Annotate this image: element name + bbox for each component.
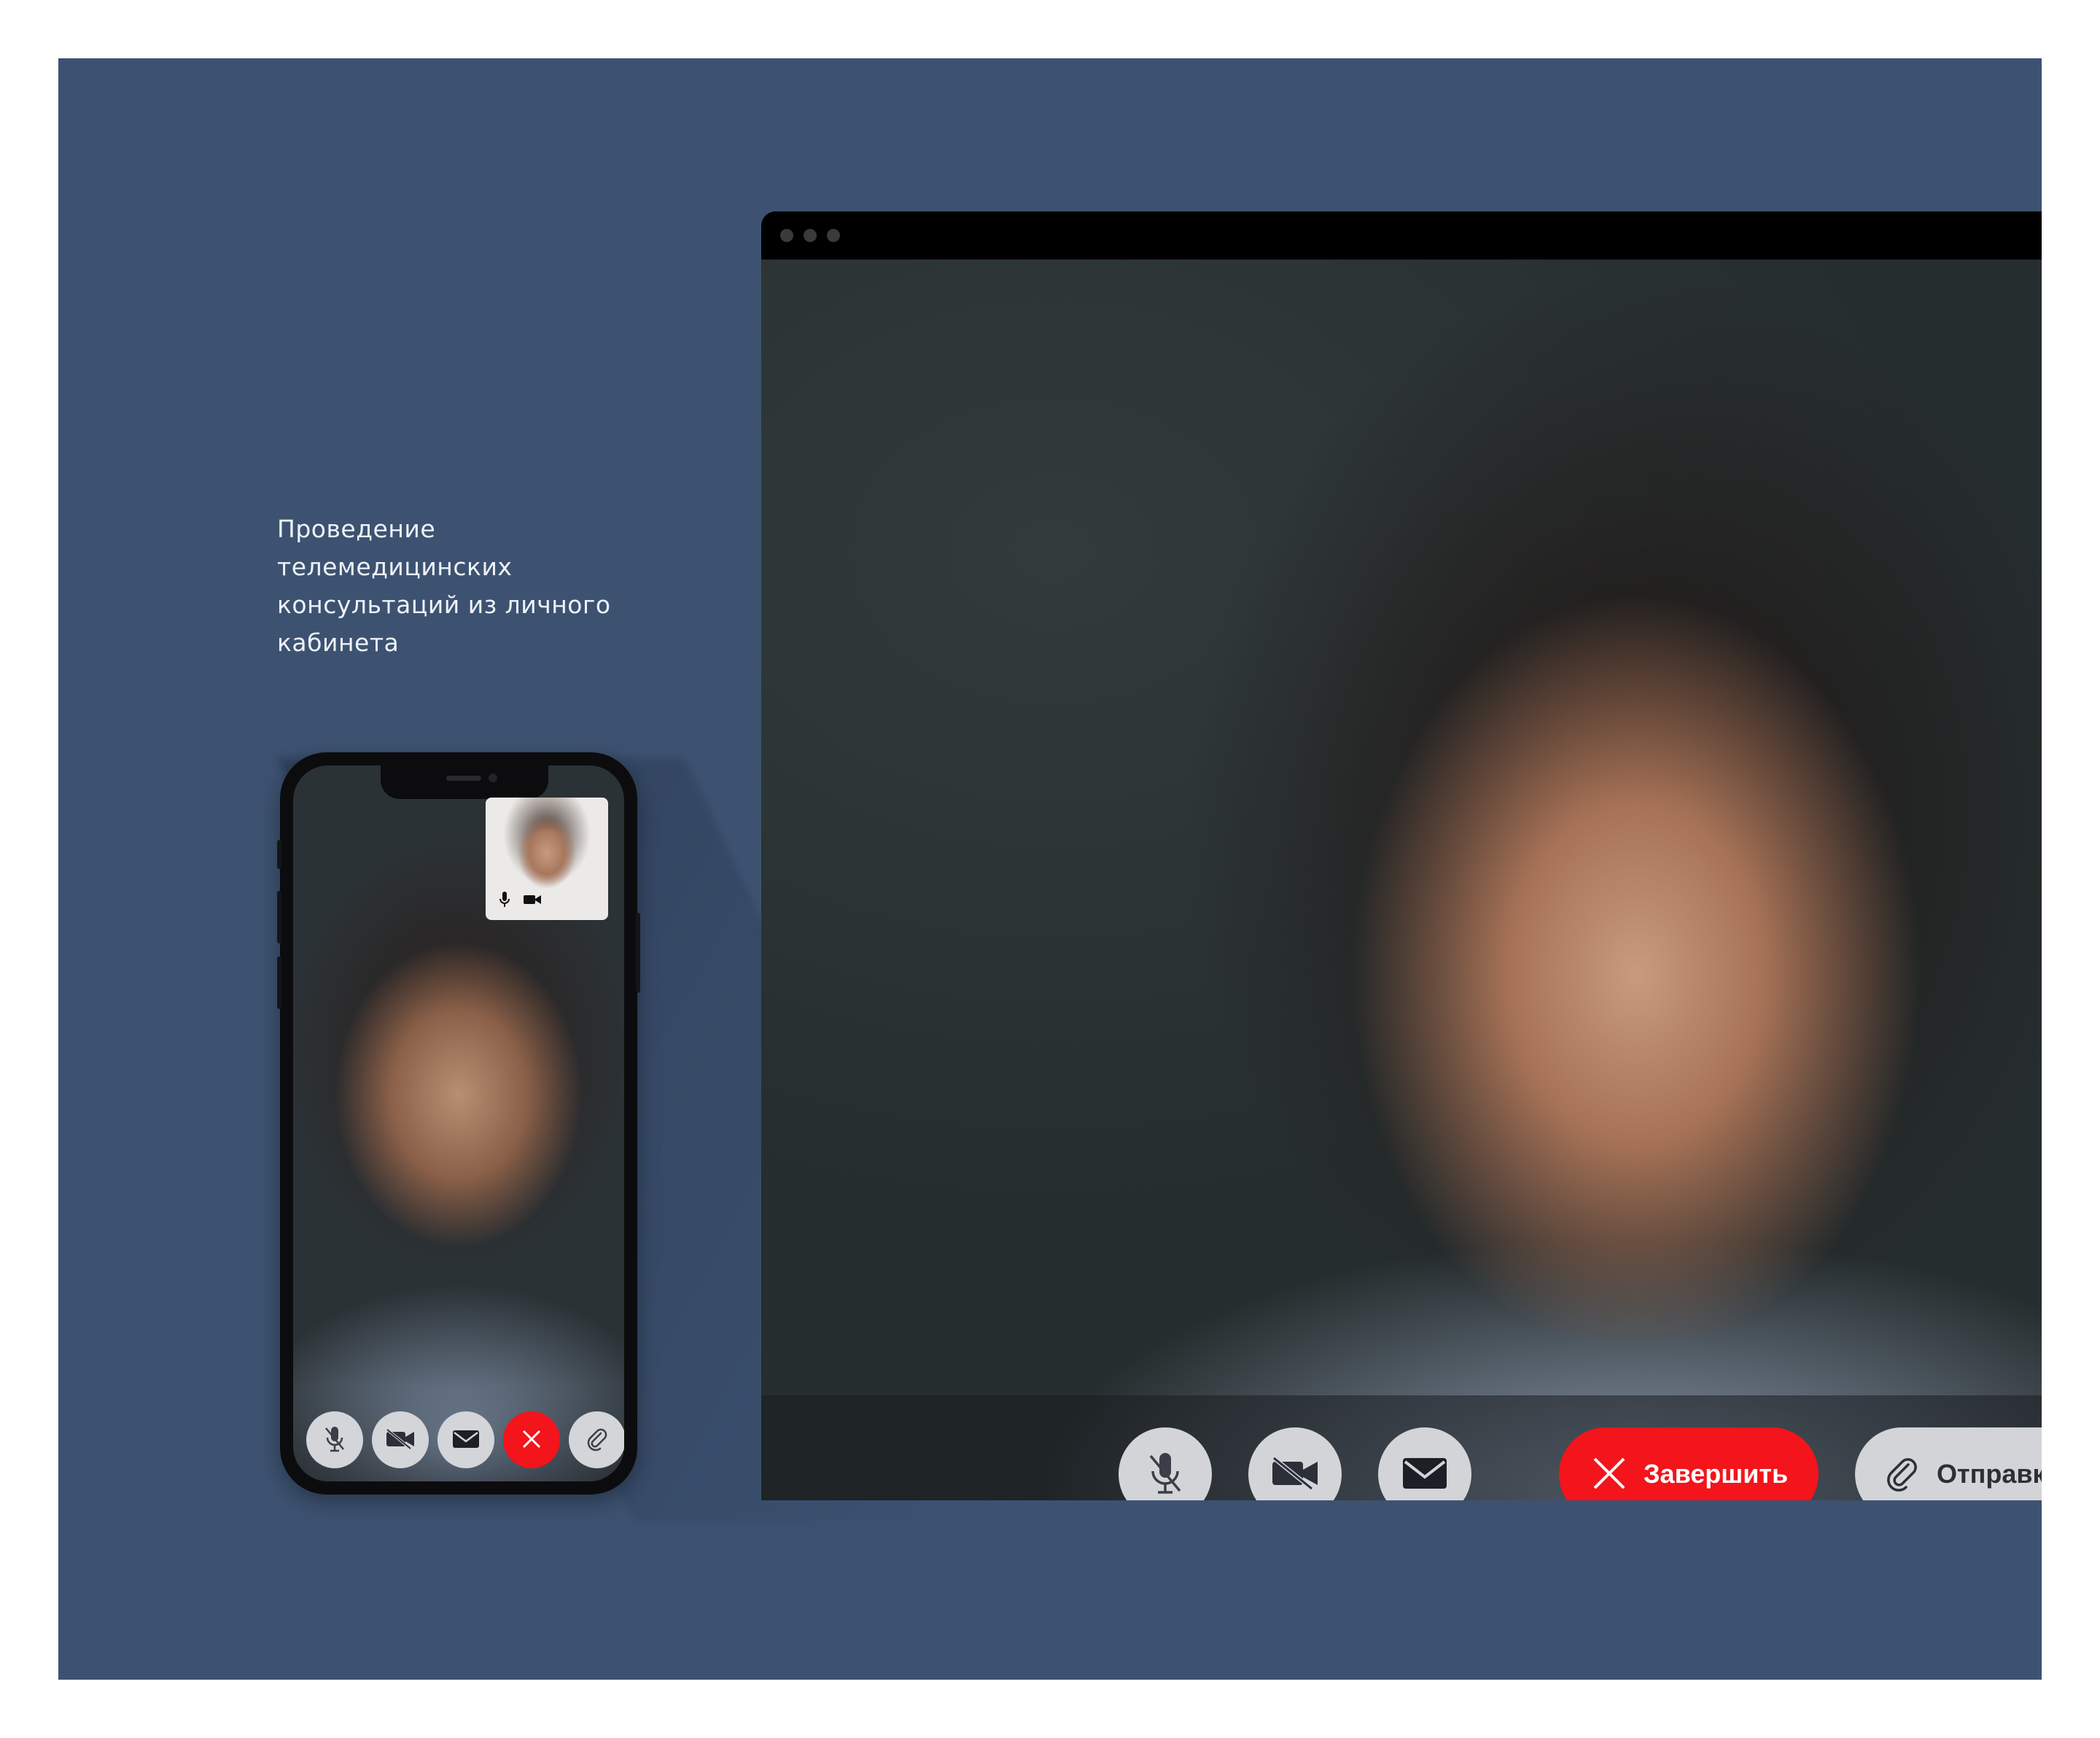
phone-mute-button[interactable] <box>306 1411 363 1468</box>
caption-line: кабинета <box>277 628 400 657</box>
send-file-button[interactable]: Отправка фай <box>1855 1427 2042 1500</box>
call-controls-bar: Завершить Отправка фай <box>761 1395 2042 1500</box>
window-close-dot[interactable] <box>780 229 793 242</box>
close-icon <box>1591 1455 1628 1494</box>
phone-side-button <box>277 840 281 869</box>
message-button[interactable] <box>1378 1427 1471 1500</box>
phone-call-controls <box>293 1387 624 1481</box>
mute-button[interactable] <box>1119 1427 1212 1500</box>
phone-camera-button[interactable] <box>372 1411 429 1468</box>
caption-line: консультаций из личного <box>277 591 611 619</box>
window-controls <box>780 229 840 242</box>
phone-side-button <box>636 913 640 993</box>
browser-window: Завершить Отправка фай <box>761 211 2042 1500</box>
end-call-button[interactable]: Завершить <box>1559 1427 1819 1500</box>
browser-title-bar <box>761 211 2042 260</box>
hero-panel: Проведение телемедицинских консультаций … <box>58 58 2042 1680</box>
send-file-label: Отправка фай <box>1937 1459 2042 1489</box>
pip-controls <box>494 889 542 910</box>
caption-line: Проведение <box>277 515 436 543</box>
self-view-pip[interactable] <box>486 798 608 920</box>
remote-video-feed: Завершить Отправка фай <box>761 260 2042 1500</box>
caption: Проведение телемедицинских консультаций … <box>277 510 656 662</box>
phone-message-button[interactable] <box>438 1411 494 1468</box>
paperclip-icon <box>1884 1455 1921 1494</box>
paperclip-icon <box>585 1427 610 1454</box>
video-off-icon <box>384 1427 416 1452</box>
mail-icon <box>1401 1455 1449 1494</box>
phone-notch <box>381 765 548 799</box>
mic-off-icon <box>322 1425 347 1456</box>
mic-off-icon <box>1145 1450 1186 1499</box>
video-icon[interactable] <box>522 889 542 910</box>
phone-mockup <box>277 752 640 1495</box>
mail-icon <box>451 1428 481 1452</box>
video-off-icon <box>1269 1456 1321 1493</box>
phone-end-call-button[interactable] <box>503 1411 560 1468</box>
end-call-label: Завершить <box>1644 1459 1789 1489</box>
phone-camera <box>489 773 497 782</box>
phone-side-button <box>277 891 281 943</box>
window-minimize-dot[interactable] <box>804 229 817 242</box>
phone-video-feed <box>293 765 624 1481</box>
window-maximize-dot[interactable] <box>827 229 840 242</box>
caption-line: телемедицинских <box>277 553 513 581</box>
phone-attach-button[interactable] <box>569 1411 624 1468</box>
phone-side-button <box>277 956 281 1009</box>
close-icon <box>521 1428 542 1452</box>
camera-toggle-button[interactable] <box>1248 1427 1342 1500</box>
phone-speaker <box>446 776 481 781</box>
mic-icon[interactable] <box>494 889 515 910</box>
